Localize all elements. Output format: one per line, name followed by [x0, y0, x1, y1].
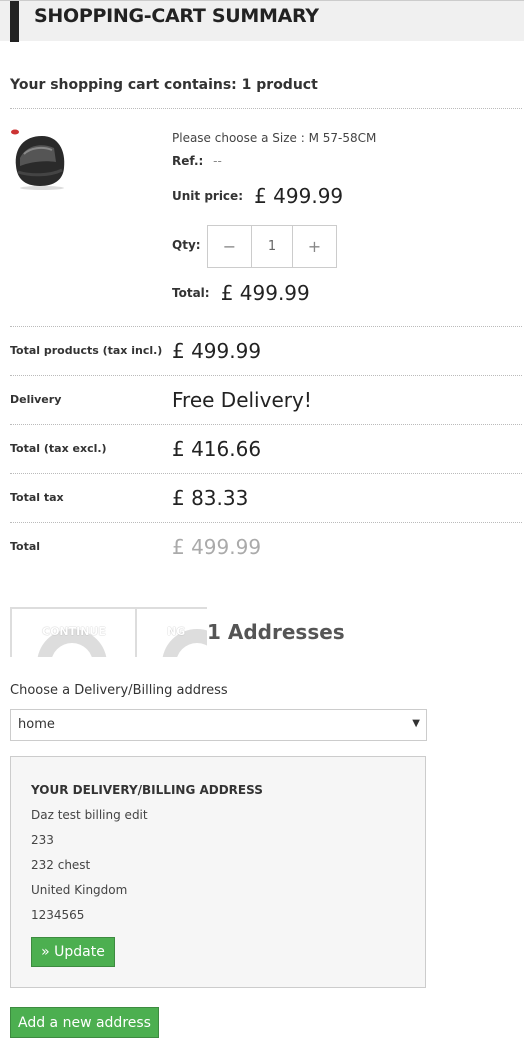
update-button[interactable]: » Update	[31, 937, 115, 967]
product-total-row: Total: £ 499.99	[172, 281, 310, 305]
chevron-down-icon: ▼	[412, 718, 420, 729]
quantity-stepper: − 1 +	[207, 225, 337, 268]
tab-continue[interactable]: CONTINUE	[10, 607, 135, 657]
tab-shipping[interactable]: NG	[135, 607, 207, 657]
page-header: SHOPPING-CART SUMMARY	[0, 0, 524, 42]
summary-row-products: Total products (tax incl.) £ 499.99	[10, 327, 522, 376]
ref-value: --	[213, 154, 222, 168]
summary-label: Delivery	[10, 393, 62, 406]
address-line: United Kingdom	[31, 883, 128, 897]
unit-price-row: Unit price: £ 499.99	[172, 184, 343, 208]
unit-price-value: £ 499.99	[254, 184, 344, 208]
qty-decrease-button[interactable]: −	[208, 226, 251, 267]
divider	[10, 108, 522, 109]
address-select-value: home	[18, 717, 55, 732]
address-line: 1234565	[31, 908, 85, 922]
address-line: Daz test billing edit	[31, 808, 148, 822]
product-size-text: Please choose a Size : M 57-58CM	[172, 131, 377, 145]
summary-row-tax: Total tax £ 83.33	[10, 474, 522, 523]
product-ref: Ref.: --	[172, 154, 222, 168]
tab-label: NG	[167, 625, 186, 638]
address-box-title: YOUR DELIVERY/BILLING ADDRESS	[31, 783, 263, 797]
summary-row-tax-excl: Total (tax excl.) £ 416.66	[10, 425, 522, 474]
add-address-button[interactable]: Add a new address	[10, 1007, 159, 1038]
cart-count-text: Your shopping cart contains: 1 product	[10, 77, 318, 93]
summary-row-delivery: Delivery Free Delivery!	[10, 376, 522, 425]
summary-value: £ 416.66	[172, 437, 262, 461]
qty-label: Qty:	[172, 238, 201, 252]
qty-input[interactable]: 1	[251, 226, 293, 267]
qty-increase-button[interactable]: +	[293, 226, 336, 267]
unit-price-label: Unit price:	[172, 189, 243, 203]
summary-value: £ 83.33	[172, 486, 249, 510]
summary-label: Total products (tax incl.)	[10, 344, 163, 357]
summary-value: £ 499.99	[172, 535, 262, 559]
ref-label: Ref.:	[172, 154, 204, 168]
addresses-heading: 1 Addresses	[207, 620, 345, 644]
address-box: YOUR DELIVERY/BILLING ADDRESS Daz test b…	[10, 756, 426, 988]
tab-label: CONTINUE	[42, 625, 106, 638]
page-title: SHOPPING-CART SUMMARY	[34, 5, 319, 27]
summary-label: Total (tax excl.)	[10, 442, 107, 455]
header-accent-bar	[10, 1, 19, 42]
product-total-label: Total:	[172, 286, 210, 300]
summary-value: £ 499.99	[172, 339, 262, 363]
helmet-image[interactable]	[10, 128, 68, 190]
summary-label: Total	[10, 540, 41, 553]
choose-address-label: Choose a Delivery/Billing address	[10, 683, 228, 698]
address-line: 233	[31, 833, 54, 847]
summary-label: Total tax	[10, 491, 64, 504]
summary-value: Free Delivery!	[172, 388, 312, 412]
address-select[interactable]: home ▼	[10, 709, 427, 741]
summary-row-total: Total £ 499.99	[10, 523, 522, 572]
product-total-value: £ 499.99	[220, 281, 310, 305]
address-line: 232 chest	[31, 858, 91, 872]
